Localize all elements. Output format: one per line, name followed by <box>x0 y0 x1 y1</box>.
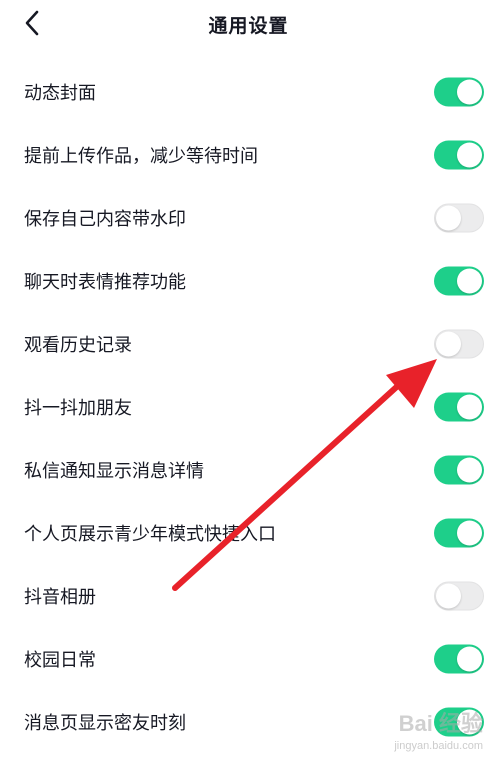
toggle-switch[interactable] <box>434 266 484 295</box>
setting-label: 聊天时表情推荐功能 <box>24 271 186 293</box>
settings-list: 动态封面 提前上传作品，减少等待时间 保存自己内容带水印 聊天时表情推荐功能 观… <box>0 60 497 753</box>
toggle-knob <box>436 205 461 230</box>
setting-label: 观看历史记录 <box>24 334 132 356</box>
toggle-switch[interactable] <box>434 329 484 358</box>
setting-label: 动态封面 <box>24 82 96 104</box>
toggle-knob <box>436 331 461 356</box>
setting-row-campus-daily: 校园日常 <box>0 627 497 690</box>
setting-row-shake-add-friend: 抖一抖加朋友 <box>0 375 497 438</box>
setting-row-dynamic-cover: 动态封面 <box>0 60 497 123</box>
setting-label: 校园日常 <box>24 649 96 671</box>
toggle-switch[interactable] <box>434 77 484 106</box>
toggle-switch[interactable] <box>434 455 484 484</box>
toggle-knob <box>457 520 482 545</box>
setting-label: 抖一抖加朋友 <box>24 397 132 419</box>
header-bar: 通用设置 <box>0 0 497 46</box>
toggle-knob <box>457 79 482 104</box>
setting-row-emoji-recommend: 聊天时表情推荐功能 <box>0 249 497 312</box>
setting-row-watch-history: 观看历史记录 <box>0 312 497 375</box>
setting-row-dm-details: 私信通知显示消息详情 <box>0 438 497 501</box>
page-title: 通用设置 <box>208 15 289 37</box>
setting-row-teen-mode-entry: 个人页展示青少年模式快捷入口 <box>0 501 497 564</box>
setting-row-album: 抖音相册 <box>0 564 497 627</box>
toggle-switch[interactable] <box>434 581 484 610</box>
toggle-switch[interactable] <box>434 203 484 232</box>
toggle-switch[interactable] <box>434 140 484 169</box>
toggle-knob <box>457 646 482 671</box>
setting-label: 个人页展示青少年模式快捷入口 <box>24 523 276 545</box>
toggle-switch[interactable] <box>434 644 484 673</box>
toggle-knob <box>457 268 482 293</box>
setting-label: 消息页显示密友时刻 <box>24 712 186 734</box>
toggle-knob <box>457 457 482 482</box>
setting-row-pre-upload: 提前上传作品，减少等待时间 <box>0 123 497 186</box>
toggle-switch[interactable] <box>434 518 484 547</box>
setting-label: 私信通知显示消息详情 <box>24 460 204 482</box>
toggle-knob <box>457 142 482 167</box>
setting-label: 保存自己内容带水印 <box>24 208 186 230</box>
toggle-knob <box>436 583 461 608</box>
toggle-knob <box>457 394 482 419</box>
watermark-logo: Bai 经验 <box>398 711 483 736</box>
setting-label: 抖音相册 <box>24 586 96 608</box>
setting-label: 提前上传作品，减少等待时间 <box>24 145 258 167</box>
toggle-switch[interactable] <box>434 392 484 421</box>
watermark-url: jingyan.baidu.com <box>394 740 483 752</box>
setting-row-watermark: 保存自己内容带水印 <box>0 186 497 249</box>
